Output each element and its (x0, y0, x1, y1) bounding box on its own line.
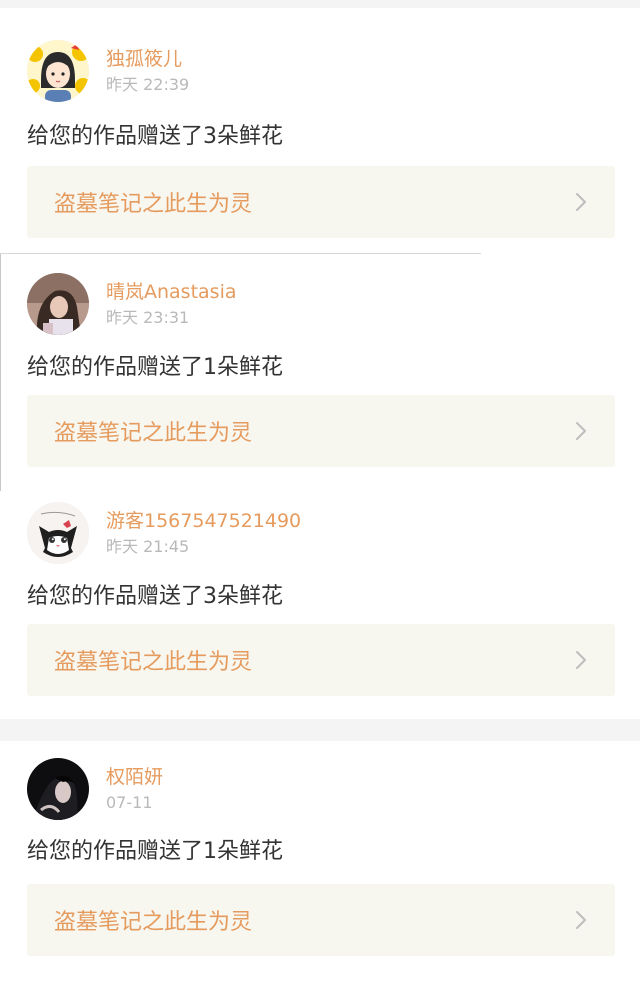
username-link[interactable]: 晴岚Anastasia (106, 280, 237, 304)
divider-line (0, 253, 481, 254)
user-meta: 晴岚Anastasia 昨天 23:31 (106, 280, 237, 328)
notification-header: 权陌妍 07-11 (27, 757, 163, 821)
work-title: 盗墓笔记之此生为灵 (54, 910, 253, 935)
username-link[interactable]: 游客1567547521490 (106, 509, 301, 533)
work-title: 盗墓笔记之此生为灵 (54, 650, 253, 675)
work-link[interactable]: 盗墓笔记之此生为灵 (27, 166, 615, 238)
notification-card: 独孤筱儿 昨天 22:39 给您的作品赠送了3朵鲜花 盗墓笔记之此生为灵 (0, 8, 640, 253)
username-link[interactable]: 权陌妍 (106, 765, 163, 789)
cat-avatar[interactable] (27, 502, 89, 564)
chevron-right-icon (576, 422, 586, 440)
section-divider (0, 719, 640, 741)
work-title: 盗墓笔记之此生为灵 (54, 192, 253, 217)
work-link[interactable]: 盗墓笔记之此生为灵 (27, 884, 615, 956)
username-link[interactable]: 独孤筱儿 (106, 47, 189, 71)
notification-card: 晴岚Anastasia 昨天 23:31 给您的作品赠送了1朵鲜花 盗墓笔记之此… (0, 253, 640, 491)
user-meta: 权陌妍 07-11 (106, 765, 163, 813)
notification-message: 给您的作品赠送了3朵鲜花 (27, 124, 283, 149)
work-link[interactable]: 盗墓笔记之此生为灵 (27, 624, 615, 696)
notification-message: 给您的作品赠送了3朵鲜花 (27, 584, 283, 609)
chevron-right-icon (576, 651, 586, 669)
notification-message: 给您的作品赠送了1朵鲜花 (27, 355, 283, 380)
chevron-right-icon (576, 911, 586, 929)
notification-feed: 独孤筱儿 昨天 22:39 给您的作品赠送了3朵鲜花 盗墓笔记之此生为灵 晴岚A… (0, 0, 640, 986)
timestamp: 昨天 22:39 (106, 75, 190, 94)
notification-card: 权陌妍 07-11 给您的作品赠送了1朵鲜花 盗墓笔记之此生为灵 (0, 741, 640, 986)
chevron-right-icon (576, 193, 586, 211)
user-meta: 独孤筱儿 昨天 22:39 (106, 47, 189, 95)
notification-card: 游客1567547521490 昨天 21:45 给您的作品赠送了3朵鲜花 盗墓… (0, 491, 640, 719)
work-title: 盗墓笔记之此生为灵 (54, 421, 253, 446)
notification-header: 独孤筱儿 昨天 22:39 (27, 39, 189, 103)
timestamp: 昨天 21:45 (106, 537, 190, 556)
user-meta: 游客1567547521490 昨天 21:45 (106, 509, 301, 557)
photo-avatar[interactable] (27, 273, 89, 335)
notification-header: 晴岚Anastasia 昨天 23:31 (27, 272, 237, 336)
top-spacer (0, 0, 640, 8)
dark-photo-avatar[interactable] (27, 758, 89, 820)
notification-header: 游客1567547521490 昨天 21:45 (27, 501, 301, 565)
notification-message: 给您的作品赠送了1朵鲜花 (27, 839, 283, 864)
timestamp: 昨天 23:31 (106, 308, 190, 327)
work-link[interactable]: 盗墓笔记之此生为灵 (27, 395, 615, 467)
timestamp: 07-11 (106, 793, 153, 812)
cartoon-girl-avatar[interactable] (27, 40, 89, 102)
